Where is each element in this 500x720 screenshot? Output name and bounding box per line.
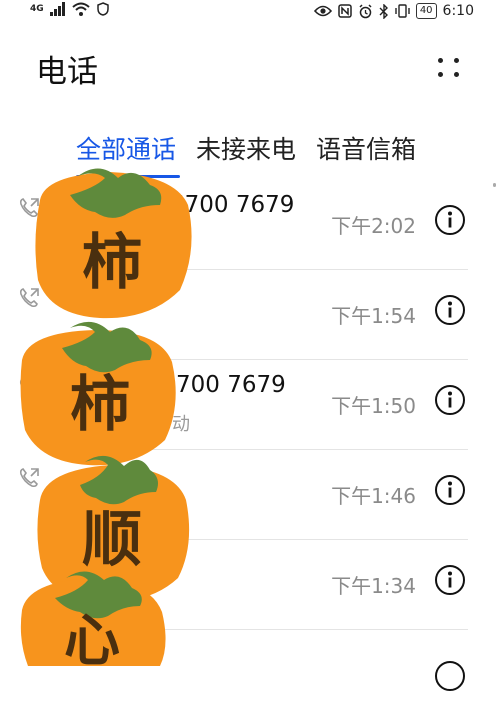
more-dot (454, 72, 459, 77)
info-icon[interactable] (434, 474, 466, 506)
active-tab-indicator (76, 175, 180, 178)
nfc-icon (338, 4, 352, 18)
outgoing-call-icon (19, 468, 39, 488)
call-row[interactable]: 响 下午1:34 (0, 540, 500, 630)
call-number: 700 7679 (176, 372, 286, 398)
call-time: 下午1:34 (331, 574, 416, 598)
call-row[interactable]: 下午1:54 (0, 270, 500, 360)
outgoing-call-icon (19, 198, 39, 218)
status-bar: 4G 40 6:10 (0, 0, 500, 26)
info-icon[interactable] (434, 564, 466, 596)
outgoing-call-icon (19, 378, 39, 398)
info-icon[interactable] (434, 204, 466, 236)
network-type: 4G (30, 4, 44, 14)
alarm-icon (359, 3, 372, 18)
more-dot (438, 58, 443, 63)
eye-icon (313, 5, 332, 17)
shield-icon (96, 2, 109, 16)
call-row[interactable]: 6700 7679 下午2:02 (0, 180, 500, 270)
clock: 6:10 (442, 3, 474, 19)
call-time: 下午1:54 (331, 304, 416, 328)
page-title: 电话 (36, 54, 98, 90)
call-row[interactable]: 下午1:46 (0, 450, 500, 540)
bluetooth-icon (379, 3, 388, 19)
call-row[interactable] (0, 630, 500, 720)
call-row[interactable]: 700 7679 动 下午1:50 (0, 360, 500, 450)
info-icon[interactable] (434, 294, 466, 326)
call-tabs: 全部通话 未接来电 语音信箱 (76, 130, 416, 166)
call-location: 动 (172, 414, 190, 435)
info-icon[interactable] (434, 660, 466, 692)
status-right: 40 6:10 (313, 3, 474, 19)
more-options-button[interactable] (432, 55, 464, 85)
tab-voicemail[interactable]: 语音信箱 (316, 130, 416, 166)
more-dot (454, 58, 459, 63)
missed-call-label: 响 (58, 562, 76, 583)
battery-indicator: 40 (415, 3, 437, 19)
wifi-icon (71, 2, 90, 16)
more-dot (438, 72, 443, 77)
vibrate-icon (395, 4, 410, 18)
signal-icon (49, 2, 65, 16)
status-left: 4G (30, 2, 110, 16)
call-time: 下午1:46 (331, 484, 416, 508)
call-time: 下午1:50 (331, 394, 416, 418)
tab-missed-calls[interactable]: 未接来电 (196, 130, 296, 166)
info-icon[interactable] (434, 384, 466, 416)
tab-all-calls[interactable]: 全部通话 (76, 130, 176, 166)
call-number: 6700 7679 (170, 192, 295, 218)
outgoing-call-icon (19, 288, 39, 308)
call-time: 下午2:02 (331, 214, 416, 238)
